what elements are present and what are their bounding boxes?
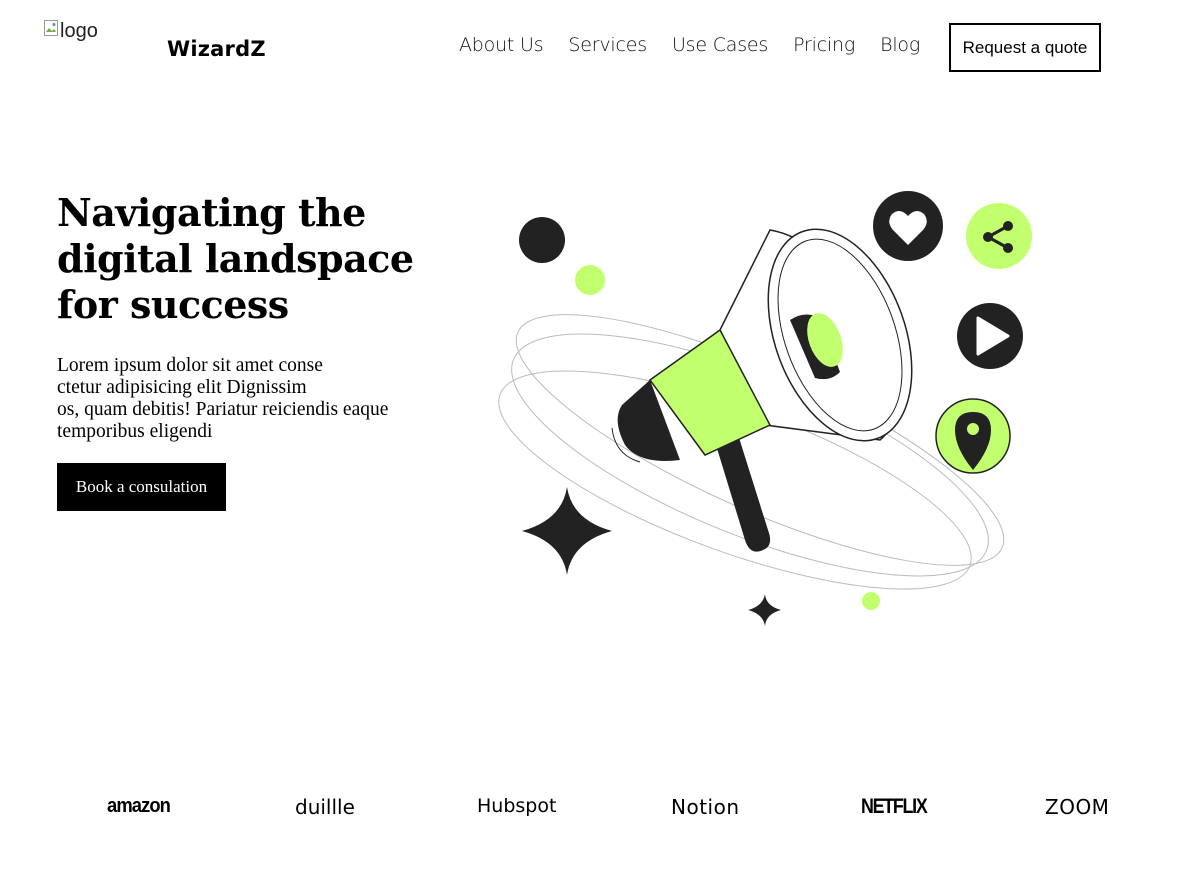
brand-logo-zoom: ZOOM [1045, 795, 1110, 819]
small-green-dot [862, 592, 880, 610]
nav-pricing[interactable]: Pricing [793, 34, 855, 56]
nav-use-cases[interactable]: Use Cases [672, 34, 768, 56]
hero-title: Navigating the digital landspace for suc… [57, 190, 414, 327]
brand-name[interactable]: WizardZ [167, 37, 266, 61]
book-consultation-button[interactable]: Book a consulation [57, 463, 226, 511]
megaphone-icon [611, 228, 913, 552]
brand-logo-duillle: duillle [295, 795, 355, 819]
hero-description: Lorem ipsum dolor sit amet conse ctetur … [57, 355, 389, 442]
brand-logo-amazon: amazon [107, 795, 171, 817]
logo-alt-text: logo [60, 20, 98, 42]
dark-dot [519, 217, 565, 263]
brand-logos: amazon duillle Hubspot Notion NETFLIX ZO… [0, 790, 1201, 830]
main-nav: About Us Services Use Cases Pricing Blog [459, 34, 945, 56]
location-pin-icon [935, 398, 1011, 474]
brand-logo-netflix: NETFLIX [861, 795, 928, 818]
logo-image[interactable]: logo [44, 20, 98, 43]
brand-logo-hubspot: Hubspot [477, 795, 557, 817]
request-quote-button[interactable]: Request a quote [949, 23, 1101, 72]
nav-blog[interactable]: Blog [880, 34, 920, 56]
nav-about-us[interactable]: About Us [459, 34, 544, 56]
nav-services[interactable]: Services [568, 34, 647, 56]
broken-image-icon [44, 20, 60, 36]
play-icon [957, 303, 1023, 369]
hero-illustration [498, 191, 1032, 626]
sparkle-icon [522, 487, 612, 575]
small-sparkle-icon [748, 594, 781, 626]
share-icon [966, 203, 1032, 269]
heart-icon [873, 191, 943, 261]
brand-logo-notion: Notion [671, 795, 740, 819]
green-dot [575, 265, 605, 295]
